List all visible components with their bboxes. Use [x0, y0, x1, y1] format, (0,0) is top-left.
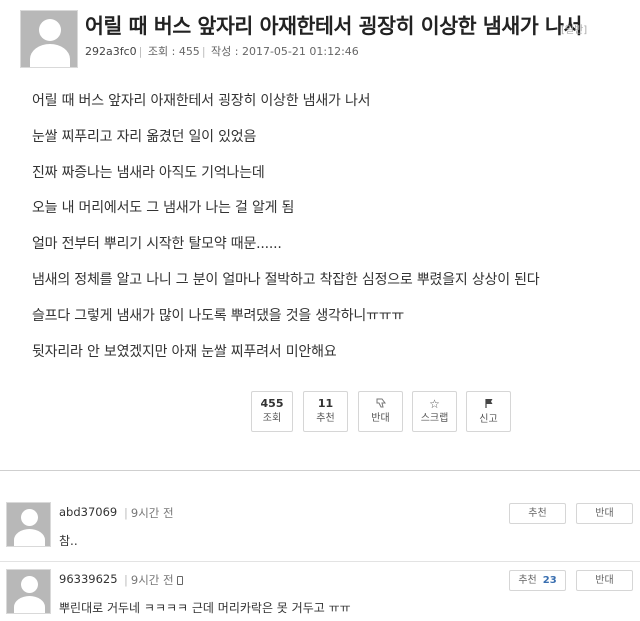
comment-avatar[interactable]: [6, 569, 51, 614]
meta-separator: |: [138, 45, 143, 58]
avatar-head: [39, 19, 61, 41]
post-header: 어릴 때 버스 앞자리 아재한테서 굉장히 이상한 냄새가 나서 [일반] 29…: [0, 0, 640, 72]
oppose-button[interactable]: 반대: [358, 391, 403, 432]
report-button[interactable]: 신고: [466, 391, 511, 432]
recommend-count: 11: [317, 397, 334, 410]
comment-recommend-button[interactable]: 추천 23: [509, 570, 566, 591]
comment-item: abd37069 | 9시간 전 참.. 추천 반대: [0, 502, 640, 566]
comment-oppose-label: 반대: [595, 575, 614, 586]
post-date: 작성 : 2017-05-21 01:12:46: [211, 45, 359, 58]
avatar-head: [21, 509, 38, 526]
post-title: 어릴 때 버스 앞자리 아재한테서 굉장히 이상한 냄새가 나서: [85, 14, 582, 38]
scrap-button[interactable]: ☆ 스크랩: [412, 391, 457, 432]
report-label: 신고: [479, 414, 498, 425]
post-line: 슬프다 그렇게 냄새가 많이 나도록 뿌려댔을 것을 생각하니ㅠㅠㅠ: [32, 307, 405, 324]
meta-separator: |: [124, 573, 128, 587]
comment-text: 뿌린대로 거두네 ㅋㅋㅋㅋ 근데 머리카락은 못 거두고 ㅠㅠ: [59, 601, 351, 615]
avatar-body: [14, 529, 45, 546]
meta-separator: |: [124, 506, 128, 520]
post-line: 어릴 때 버스 앞자리 아재한테서 굉장히 이상한 냄새가 나서: [32, 93, 371, 109]
views-label: 조회: [262, 413, 282, 424]
post-line: 냄새의 정체를 알고 나니 그 분이 얼마나 절박하고 착잡한 심정으로 뿌렸을…: [32, 271, 540, 288]
post-line: 진짜 짜증나는 냄새라 아직도 기억나는데: [32, 164, 265, 181]
category-tag[interactable]: [일반]: [561, 21, 587, 36]
comment-oppose-button[interactable]: 반대: [576, 570, 633, 591]
comment-author[interactable]: 96339625: [59, 572, 118, 586]
recommend-button[interactable]: 11 추천: [303, 391, 348, 432]
post-line: 눈쌀 찌푸리고 자리 옮겼던 일이 있었음: [32, 128, 257, 145]
mobile-phone-icon: [176, 576, 183, 585]
comment-recommend-count: 23: [542, 575, 557, 586]
comment-time-text: 9시간 전: [130, 573, 174, 587]
views-count: 455: [260, 397, 284, 410]
avatar-body: [30, 44, 70, 67]
recommend-label: 추천: [316, 413, 335, 424]
comment-author[interactable]: abd37069: [59, 505, 117, 519]
oppose-label: 반대: [371, 413, 390, 424]
section-divider: [0, 470, 640, 471]
thumbs-down-icon: [359, 398, 402, 410]
comment-divider: [0, 561, 640, 562]
post-line: 오늘 내 머리에서도 그 냄새가 나는 걸 알게 됨: [32, 200, 295, 217]
comment-recommend-label: 추천: [518, 575, 537, 586]
avatar-body: [14, 596, 45, 613]
comment-oppose-button[interactable]: 반대: [576, 503, 633, 524]
post-views: 조회 : 455: [147, 45, 200, 58]
author-avatar[interactable]: [20, 10, 78, 68]
post-body: 어릴 때 버스 앞자리 아재한테서 굉장히 이상한 냄새가 나서 눈쌀 찌푸리고…: [32, 90, 632, 376]
comment-avatar[interactable]: [6, 502, 51, 547]
post-line: 뒷자리라 안 보였겠지만 아재 눈쌀 찌푸려서 미안해요: [32, 343, 337, 360]
comment-time: | 9시간 전: [124, 572, 183, 588]
scrap-label: 스크랩: [420, 413, 449, 424]
comment-item: 96339625 | 9시간 전 뿌린대로 거두네 ㅋㅋㅋㅋ 근데 머리카락은 못…: [0, 569, 640, 621]
post-meta: 292a3fc0 | 조회 : 455 | 작성 : 2017-05-21 01:1…: [85, 43, 359, 59]
meta-separator: |: [201, 45, 206, 58]
post-line: 얼마 전부터 뿌리기 시작한 탈모약 때문......: [32, 236, 282, 253]
views-counter: 455 조회: [251, 391, 293, 432]
avatar-head: [21, 576, 38, 593]
post-author[interactable]: 292a3fc0: [85, 45, 137, 58]
flag-icon: [467, 398, 510, 411]
comment-oppose-label: 반대: [595, 508, 614, 519]
comment-recommend-label: 추천: [528, 508, 547, 519]
comment-time-text: 9시간 전: [130, 506, 174, 520]
comment-text: 참..: [59, 534, 78, 548]
comment-recommend-button[interactable]: 추천: [509, 503, 566, 524]
comment-time: | 9시간 전: [124, 505, 174, 521]
star-icon: ☆: [429, 397, 440, 411]
